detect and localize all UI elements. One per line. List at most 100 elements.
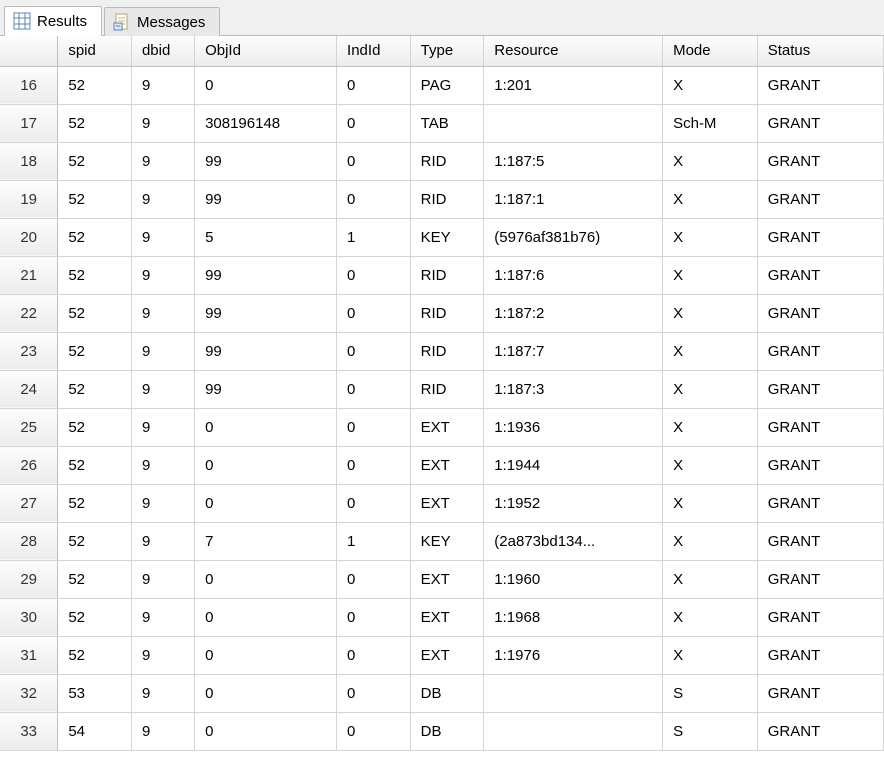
table-row[interactable]: 18529990RID1:187:5XGRANT <box>0 142 884 180</box>
cell-objid[interactable]: 0 <box>195 484 337 522</box>
row-number-cell[interactable]: 32 <box>0 674 58 712</box>
cell-spid[interactable]: 52 <box>58 484 132 522</box>
cell-spid[interactable]: 52 <box>58 370 132 408</box>
col-header-spid[interactable]: spid <box>58 36 132 66</box>
cell-status[interactable]: GRANT <box>757 370 883 408</box>
cell-objid[interactable]: 7 <box>195 522 337 560</box>
table-row[interactable]: 2052951KEY(5976af381b76)XGRANT <box>0 218 884 256</box>
cell-resource[interactable]: 1:187:7 <box>484 332 663 370</box>
row-number-cell[interactable]: 24 <box>0 370 58 408</box>
cell-indid[interactable]: 0 <box>337 180 411 218</box>
cell-type[interactable]: RID <box>410 370 484 408</box>
table-row[interactable]: 24529990RID1:187:3XGRANT <box>0 370 884 408</box>
cell-mode[interactable]: Sch-M <box>663 104 758 142</box>
row-number-cell[interactable]: 18 <box>0 142 58 180</box>
cell-resource[interactable]: 1:1944 <box>484 446 663 484</box>
cell-status[interactable]: GRANT <box>757 636 883 674</box>
cell-dbid[interactable]: 9 <box>131 674 194 712</box>
cell-status[interactable]: GRANT <box>757 712 883 750</box>
cell-type[interactable]: TAB <box>410 104 484 142</box>
cell-indid[interactable]: 0 <box>337 104 411 142</box>
cell-objid[interactable]: 0 <box>195 712 337 750</box>
cell-resource[interactable]: 1:187:2 <box>484 294 663 332</box>
cell-mode[interactable]: X <box>663 218 758 256</box>
cell-resource[interactable]: 1:201 <box>484 66 663 104</box>
cell-spid[interactable]: 53 <box>58 674 132 712</box>
row-number-cell[interactable]: 16 <box>0 66 58 104</box>
cell-indid[interactable]: 0 <box>337 712 411 750</box>
row-number-header[interactable] <box>0 36 58 66</box>
cell-dbid[interactable]: 9 <box>131 180 194 218</box>
cell-objid[interactable]: 99 <box>195 180 337 218</box>
cell-dbid[interactable]: 9 <box>131 522 194 560</box>
cell-indid[interactable]: 0 <box>337 560 411 598</box>
table-row[interactable]: 175293081961480TABSch-MGRANT <box>0 104 884 142</box>
cell-resource[interactable]: 1:187:1 <box>484 180 663 218</box>
cell-spid[interactable]: 52 <box>58 256 132 294</box>
cell-objid[interactable]: 99 <box>195 332 337 370</box>
cell-status[interactable]: GRANT <box>757 674 883 712</box>
row-number-cell[interactable]: 27 <box>0 484 58 522</box>
cell-mode[interactable]: X <box>663 560 758 598</box>
cell-type[interactable]: EXT <box>410 636 484 674</box>
cell-status[interactable]: GRANT <box>757 142 883 180</box>
table-row[interactable]: 2652900EXT1:1944XGRANT <box>0 446 884 484</box>
cell-objid[interactable]: 5 <box>195 218 337 256</box>
table-row[interactable]: 21529990RID1:187:6XGRANT <box>0 256 884 294</box>
cell-resource[interactable]: 1:187:3 <box>484 370 663 408</box>
cell-indid[interactable]: 0 <box>337 484 411 522</box>
col-header-type[interactable]: Type <box>410 36 484 66</box>
cell-indid[interactable]: 0 <box>337 142 411 180</box>
cell-objid[interactable]: 0 <box>195 674 337 712</box>
cell-spid[interactable]: 52 <box>58 598 132 636</box>
cell-spid[interactable]: 52 <box>58 560 132 598</box>
cell-status[interactable]: GRANT <box>757 180 883 218</box>
cell-mode[interactable]: X <box>663 332 758 370</box>
col-header-dbid[interactable]: dbid <box>131 36 194 66</box>
tab-results[interactable]: Results <box>4 6 102 36</box>
cell-status[interactable]: GRANT <box>757 408 883 446</box>
cell-indid[interactable]: 0 <box>337 408 411 446</box>
row-number-cell[interactable]: 21 <box>0 256 58 294</box>
table-row[interactable]: 19529990RID1:187:1XGRANT <box>0 180 884 218</box>
cell-objid[interactable]: 0 <box>195 446 337 484</box>
cell-objid[interactable]: 308196148 <box>195 104 337 142</box>
cell-objid[interactable]: 99 <box>195 294 337 332</box>
cell-resource[interactable]: 1:1936 <box>484 408 663 446</box>
row-number-cell[interactable]: 28 <box>0 522 58 560</box>
cell-type[interactable]: RID <box>410 180 484 218</box>
cell-mode[interactable]: X <box>663 180 758 218</box>
cell-indid[interactable]: 0 <box>337 446 411 484</box>
table-row[interactable]: 23529990RID1:187:7XGRANT <box>0 332 884 370</box>
cell-type[interactable]: DB <box>410 674 484 712</box>
cell-dbid[interactable]: 9 <box>131 446 194 484</box>
cell-objid[interactable]: 0 <box>195 636 337 674</box>
col-header-mode[interactable]: Mode <box>663 36 758 66</box>
cell-dbid[interactable]: 9 <box>131 294 194 332</box>
cell-objid[interactable]: 99 <box>195 142 337 180</box>
row-number-cell[interactable]: 20 <box>0 218 58 256</box>
cell-indid[interactable]: 0 <box>337 332 411 370</box>
cell-dbid[interactable]: 9 <box>131 332 194 370</box>
cell-spid[interactable]: 52 <box>58 294 132 332</box>
cell-spid[interactable]: 52 <box>58 332 132 370</box>
table-row[interactable]: 2952900EXT1:1960XGRANT <box>0 560 884 598</box>
cell-status[interactable]: GRANT <box>757 332 883 370</box>
cell-type[interactable]: EXT <box>410 484 484 522</box>
cell-status[interactable]: GRANT <box>757 598 883 636</box>
cell-dbid[interactable]: 9 <box>131 370 194 408</box>
cell-status[interactable]: GRANT <box>757 560 883 598</box>
cell-indid[interactable]: 0 <box>337 256 411 294</box>
cell-indid[interactable]: 1 <box>337 218 411 256</box>
cell-dbid[interactable]: 9 <box>131 598 194 636</box>
cell-dbid[interactable]: 9 <box>131 484 194 522</box>
row-number-cell[interactable]: 30 <box>0 598 58 636</box>
row-number-cell[interactable]: 31 <box>0 636 58 674</box>
row-number-cell[interactable]: 19 <box>0 180 58 218</box>
cell-mode[interactable]: S <box>663 712 758 750</box>
cell-dbid[interactable]: 9 <box>131 218 194 256</box>
col-header-status[interactable]: Status <box>757 36 883 66</box>
cell-type[interactable]: RID <box>410 332 484 370</box>
cell-spid[interactable]: 52 <box>58 104 132 142</box>
cell-resource[interactable]: 1:187:6 <box>484 256 663 294</box>
